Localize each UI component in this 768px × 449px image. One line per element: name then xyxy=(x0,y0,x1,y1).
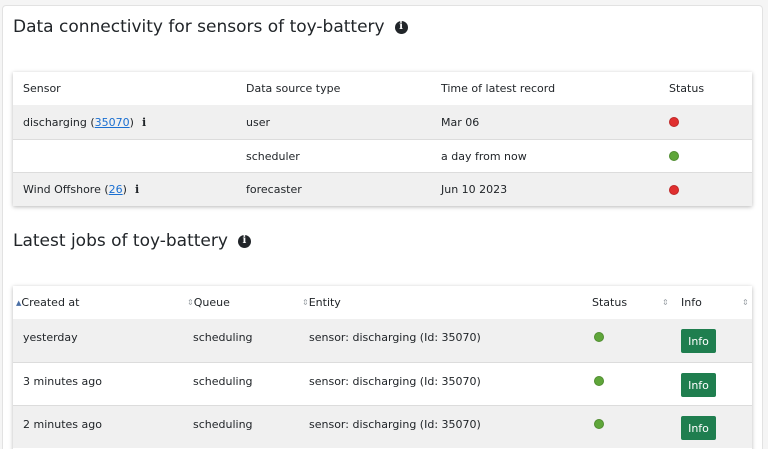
info-circle-icon[interactable]: i xyxy=(237,234,251,248)
table-row: scheduler a day from now xyxy=(13,139,752,172)
status-cell xyxy=(669,173,679,206)
sensor-cell: discharging (35070) i xyxy=(23,105,146,139)
latest-record-cell: a day from now xyxy=(441,149,527,163)
entity-cell: sensor: discharging (Id: 35070) xyxy=(309,375,481,388)
sensor-name: Wind Offshore xyxy=(23,183,101,196)
sensor-open-paren: ( xyxy=(86,115,95,129)
status-cell xyxy=(669,105,679,139)
status-cell xyxy=(594,319,604,362)
sensor-close-paren: ) xyxy=(129,115,134,129)
status-cell xyxy=(594,406,604,448)
info-cell: Info xyxy=(681,363,716,405)
status-cell xyxy=(669,140,679,172)
connectivity-title: Data connectivity for sensors of toy-bat… xyxy=(13,17,408,37)
info-button[interactable]: Info xyxy=(681,416,716,440)
queue-cell: scheduling xyxy=(193,418,253,431)
sensor-cell: Wind Offshore (26) i xyxy=(23,173,139,206)
sort-icon: ⇕ xyxy=(187,297,194,307)
column-header-sensor: Sensor xyxy=(23,82,61,95)
column-header-queue[interactable]: ⇕ Queue xyxy=(187,286,230,319)
table-row: discharging (35070) i user Mar 06 xyxy=(13,105,752,139)
connectivity-title-text: Data connectivity for sensors of toy-bat… xyxy=(13,17,385,37)
info-button[interactable]: Info xyxy=(681,329,716,353)
table-row: Wind Offshore (26) i forecaster Jun 10 2… xyxy=(13,172,752,206)
latest-record-cell: Mar 06 xyxy=(441,115,480,129)
jobs-title: Latest jobs of toy-battery i xyxy=(13,231,251,251)
table-row: 2 minutes ago scheduling sensor: dischar… xyxy=(13,405,752,448)
sort-icon-status: ⇕ xyxy=(662,297,669,307)
column-header-created-at[interactable]: ▲ Created at xyxy=(16,286,79,319)
sensor-close-paren: ) xyxy=(122,183,127,196)
source-type-cell: user xyxy=(246,115,270,129)
connectivity-header-row: Sensor Data source type Time of latest r… xyxy=(13,72,752,105)
info-icon[interactable]: i xyxy=(135,183,139,196)
info-icon[interactable]: i xyxy=(142,116,146,129)
sensor-name: discharging xyxy=(23,115,87,129)
sort-icon: ⇕ xyxy=(302,297,309,307)
column-header-info[interactable]: Info xyxy=(681,286,702,319)
queue-cell: scheduling xyxy=(193,375,253,388)
status-cell xyxy=(594,363,604,405)
status-green-icon xyxy=(594,419,604,429)
jobs-title-text: Latest jobs of toy-battery xyxy=(13,231,228,251)
status-green-icon xyxy=(594,332,604,342)
column-header-entity[interactable]: ⇕ Entity xyxy=(302,286,341,319)
info-button[interactable]: Info xyxy=(681,373,716,397)
entity-cell: sensor: discharging (Id: 35070) xyxy=(309,331,481,344)
connectivity-table: Sensor Data source type Time of latest r… xyxy=(13,72,752,206)
info-cell: Info xyxy=(681,319,716,362)
jobs-header-row: ▲ Created at ⇕ Queue ⇕ Entity Status ⇕ Info… xyxy=(13,286,752,319)
sensor-id-link[interactable]: 35070 xyxy=(95,116,130,129)
column-header-latest-record: Time of latest record xyxy=(441,82,556,95)
table-row: 3 minutes ago scheduling sensor: dischar… xyxy=(13,362,752,405)
latest-record-cell: Jun 10 2023 xyxy=(441,183,508,196)
info-cell: Info xyxy=(681,406,716,448)
table-row: yesterday scheduling sensor: discharging… xyxy=(13,319,752,362)
source-type-cell: scheduler xyxy=(246,149,300,163)
sensor-id-link[interactable]: 26 xyxy=(109,183,123,196)
status-red-icon xyxy=(669,184,679,195)
column-header-source-type: Data source type xyxy=(246,82,341,95)
column-header-status[interactable]: Status xyxy=(592,286,627,319)
info-circle-icon[interactable]: i xyxy=(394,20,408,34)
created-at-cell: yesterday xyxy=(23,331,78,344)
status-green-icon xyxy=(594,376,604,386)
entity-cell: sensor: discharging (Id: 35070) xyxy=(309,418,481,431)
created-at-cell: 3 minutes ago xyxy=(23,375,102,388)
queue-cell: scheduling xyxy=(193,331,253,344)
sensor-open-paren: ( xyxy=(100,183,109,196)
jobs-table: ▲ Created at ⇕ Queue ⇕ Entity Status ⇕ Info… xyxy=(13,286,752,449)
status-green-icon xyxy=(669,151,679,161)
created-at-cell: 2 minutes ago xyxy=(23,418,102,431)
column-header-status: Status xyxy=(669,82,705,95)
sort-icon-info: ⇕ xyxy=(742,297,749,307)
status-red-icon xyxy=(669,117,679,127)
source-type-cell: forecaster xyxy=(246,183,302,196)
